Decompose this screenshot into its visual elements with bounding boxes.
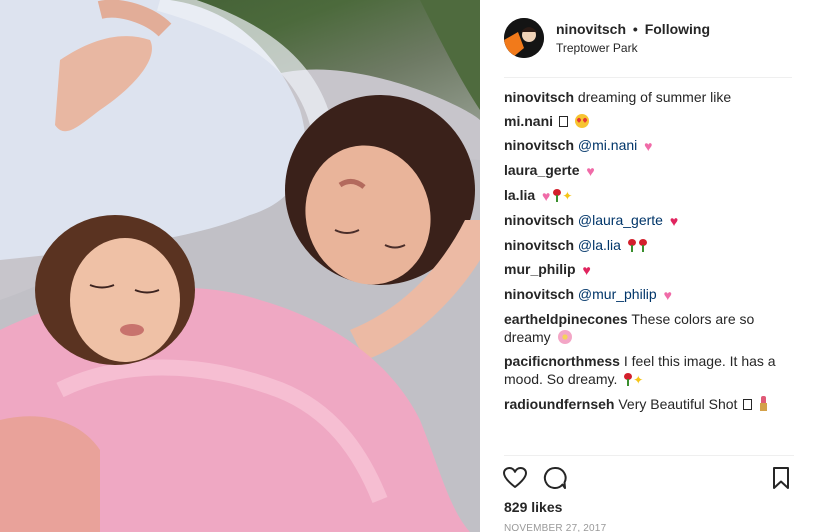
comment-item: eartheldpinecones These colors are so dr… [504,310,794,346]
username-link[interactable]: ninovitsch [556,21,626,37]
user-line: ninovitsch • Following [556,21,710,37]
heart-eyes-emoji-icon [574,114,589,128]
comment-username[interactable]: ninovitsch [504,237,574,253]
speech-bubble-icon[interactable] [542,465,568,491]
rose-emoji-icon [623,373,633,386]
comment-item: pacificnorthmess I feel this image. It h… [504,352,794,389]
comment-item: mi.nani [504,112,794,130]
likes-count[interactable]: 829 likes [504,499,562,515]
comments-list: ninovitsch dreaming of summer like mi.na… [504,88,794,419]
sparkles-emoji-icon: ✦ [633,373,644,387]
post-photo-art [0,0,480,532]
comment-mention[interactable]: @laura_gerte [578,212,663,228]
pink-heart-emoji-icon: ♥ [586,163,595,179]
red-heart-emoji-icon: ♥ [669,213,679,229]
comment-item: radioundfernseh Very Beautiful Shot [504,395,794,413]
comment-item: la.lia ♥ ✦ [504,186,794,205]
post-side-panel: ninovitsch • Following Treptower Park ni… [480,0,814,532]
post-photo[interactable] [0,0,480,532]
heart-outline-icon[interactable] [502,465,528,491]
rose-emoji-icon [552,189,562,202]
rose-emoji-icon [627,239,636,252]
avatar-image [504,18,544,58]
comment-item: ninovitsch @laura_gerte ♥ [504,211,794,230]
comment-username[interactable]: pacificnorthmess [504,353,620,369]
avatar[interactable] [504,18,544,58]
pink-heart-emoji-icon: ♥ [644,138,653,154]
comment-item: ninovitsch @mur_philip ♥ [504,285,794,304]
comment-username[interactable]: ninovitsch [504,89,574,105]
blossom-emoji-icon [557,330,572,344]
missing-glyph-icon [558,116,568,127]
post-header: ninovitsch • Following Treptower Park [504,18,792,78]
comment-item: ninovitsch @mi.nani ♥ [504,136,794,155]
comment-username[interactable]: eartheldpinecones [504,311,628,327]
comment-username[interactable]: la.lia [504,187,535,203]
pink-heart-emoji-icon: ♥ [663,287,672,303]
comment-username[interactable]: radioundfernseh [504,396,614,412]
separator-dot: • [632,21,638,37]
comment-username[interactable]: mi.nani [504,113,553,129]
sparkles-emoji-icon: ✦ [562,189,573,203]
comment-mention[interactable]: @mur_philip [578,286,657,302]
post-date[interactable]: NOVEMBER 27, 2017 [504,523,606,532]
comment-username[interactable]: ninovitsch [504,286,574,302]
location-link[interactable]: Treptower Park [556,41,638,55]
comment-username[interactable]: ninovitsch [504,137,574,153]
comment-username[interactable]: mur_philip [504,261,576,277]
comment-text: dreaming of summer like [577,89,732,105]
bookmark-icon[interactable] [768,465,794,491]
red-heart-emoji-icon: ♥ [582,262,591,278]
comment-text: Very Beautiful Shot [618,396,738,412]
caption-comment: ninovitsch dreaming of summer like [504,88,794,106]
lipstick-emoji-icon [760,396,768,411]
comment-item: mur_philip ♥ [504,260,794,279]
rose-emoji-icon [638,239,647,252]
comment-mention[interactable]: @la.lia [578,237,621,253]
comment-username[interactable]: ninovitsch [504,212,574,228]
post-actions-bar [502,455,794,499]
following-button[interactable]: Following [645,21,710,37]
comment-mention[interactable]: @mi.nani [578,137,637,153]
missing-glyph-icon [743,399,753,410]
comment-username[interactable]: laura_gerte [504,162,579,178]
comment-item: ninovitsch @la.lia [504,236,794,254]
pink-heart-emoji-icon: ♥ [542,188,551,204]
comment-item: laura_gerte ♥ [504,161,794,180]
